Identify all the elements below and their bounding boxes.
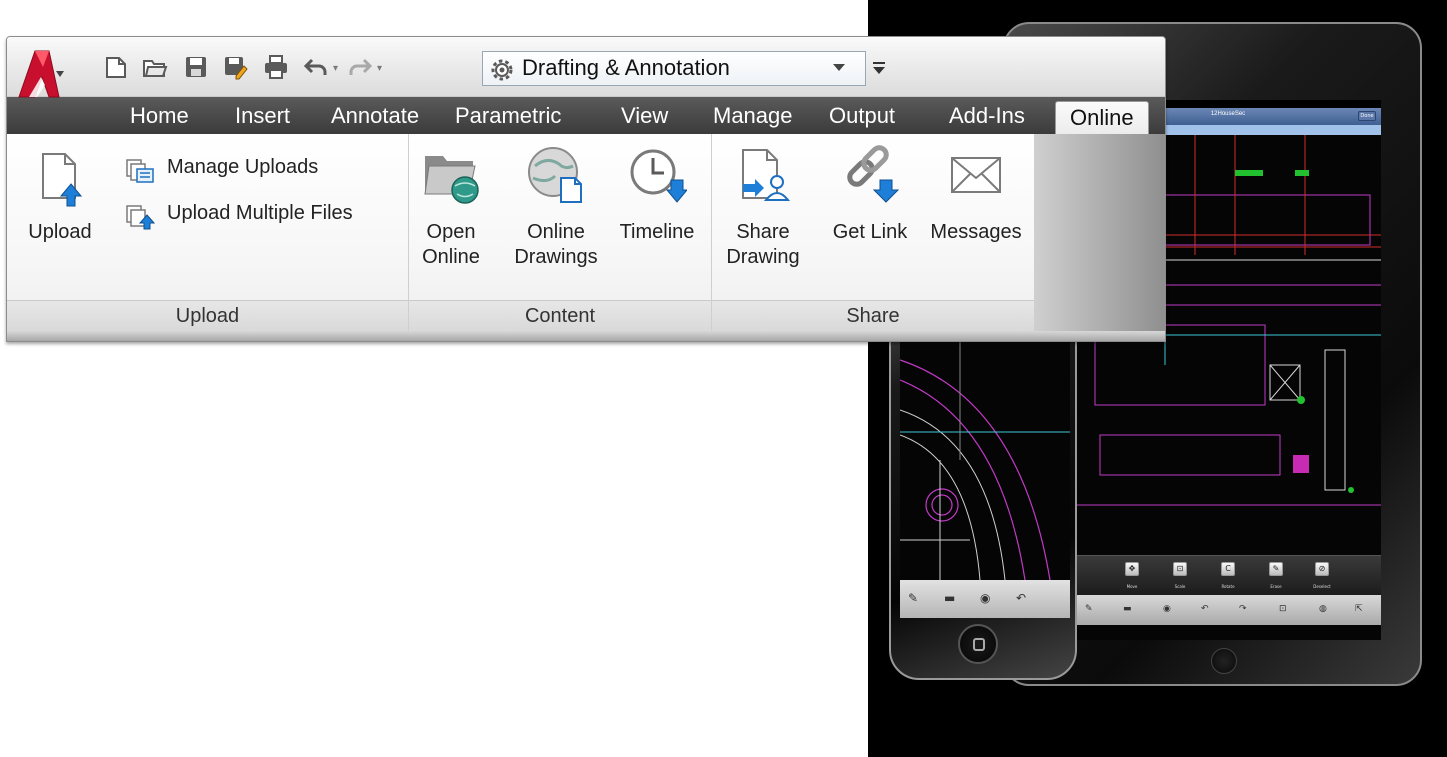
iphone-screen: ✎ ▬ ◉ ↶ [900, 340, 1070, 618]
comment-icon[interactable]: ▬ [1123, 604, 1132, 614]
get-link-label: Get Link [832, 221, 908, 243]
ribbon-empty-area [1035, 134, 1165, 331]
save-as-icon[interactable] [222, 54, 248, 80]
open-online-label-line1: Open [426, 221, 476, 243]
iphone-home-button [958, 624, 998, 664]
share-drawing-label-line1: Share [736, 221, 790, 243]
redo-dropdown-icon[interactable]: ▾ [377, 63, 382, 74]
timeline-icon [630, 149, 687, 203]
open-online-label-line2: Online [422, 246, 480, 268]
link-icon [847, 145, 900, 203]
snap-icon[interactable]: ◉ [1163, 604, 1171, 614]
layers-icon[interactable]: ◍ [1319, 604, 1327, 614]
panel-title-share: Share [712, 300, 1034, 331]
erase-tool-label: Erase [1270, 584, 1282, 589]
gear-icon [491, 59, 513, 81]
deselect-tool-label: Deselect [1313, 584, 1331, 589]
open-online-button[interactable]: Open Online [415, 144, 487, 284]
ipad-done-button[interactable]: Done [1358, 111, 1376, 121]
undo-icon[interactable]: ↶ [1016, 591, 1026, 605]
tab-home[interactable]: Home [130, 103, 189, 129]
autocad-window: ▾ ▾ Drafting & Annotation Home Insert An… [6, 36, 1166, 342]
messages-label: Messages [930, 221, 1022, 243]
rotate-tool-icon[interactable]: C [1221, 562, 1235, 576]
iphone-cad-drawing[interactable] [900, 340, 1070, 581]
tab-annotate[interactable]: Annotate [331, 103, 419, 129]
autocad-logo-icon [18, 50, 64, 98]
workspace-switcher[interactable]: Drafting & Annotation [482, 51, 866, 86]
scale-tool-icon[interactable]: ⊡ [1173, 562, 1187, 576]
zoom-extents-icon[interactable]: ⊡ [1279, 604, 1287, 614]
timeline-label: Timeline [619, 221, 695, 243]
redo-icon[interactable] [347, 54, 373, 80]
tab-output[interactable]: Output [829, 103, 895, 129]
share-drawing-label-line2: Drawing [726, 246, 800, 268]
upload-icon [42, 153, 83, 207]
deselect-tool-icon[interactable]: ⊘ [1315, 562, 1329, 576]
undo-icon[interactable] [303, 54, 329, 80]
upload-multiple-icon [126, 205, 155, 230]
upload-button[interactable]: Upload [23, 150, 97, 250]
panel-content: Open Online Online Drawings Timeline Con… [409, 134, 712, 331]
tab-insert[interactable]: Insert [235, 103, 290, 129]
panel-title-upload: Upload [7, 300, 408, 331]
tab-manage[interactable]: Manage [713, 103, 793, 129]
upload-multiple-files-label: Upload Multiple Files [167, 202, 353, 224]
open-online-icon [424, 156, 479, 204]
quick-access-toolbar: ▾ ▾ Drafting & Annotation [7, 37, 1165, 98]
ipad-edit-toolbar: ✥ Move ⊡ Scale C Rotate ✎ Erase ⊘ Desele… [1075, 555, 1381, 595]
move-tool-label: Move [1126, 584, 1138, 589]
ribbon-online: Upload Manage Uploads Upload Multiple Fi… [7, 134, 1165, 341]
customize-toolbar-icon[interactable] [870, 58, 888, 78]
ribbon-bottom-edge [7, 331, 1165, 341]
scale-tool-label: Scale [1174, 584, 1186, 589]
undo-dropdown-icon[interactable]: ▾ [333, 63, 338, 74]
tab-online[interactable]: Online [1055, 101, 1149, 134]
tab-view[interactable]: View [621, 103, 668, 129]
redo-icon[interactable]: ↷ [1239, 604, 1247, 614]
rotate-tool-label: Rotate [1221, 584, 1235, 589]
undo-icon[interactable]: ↶ [1201, 604, 1209, 614]
snap-icon[interactable]: ◉ [980, 591, 990, 605]
application-menu-button[interactable] [15, 47, 67, 103]
share-icon[interactable]: ⇱ [1355, 604, 1363, 614]
plot-icon[interactable] [263, 54, 289, 80]
comment-icon[interactable]: ▬ [944, 591, 955, 605]
envelope-icon [951, 157, 1001, 193]
online-drawings-icon [528, 147, 582, 203]
markup-icon[interactable]: ✎ [1085, 604, 1093, 614]
panel-title-content: Content [409, 300, 711, 331]
upload-button-label: Upload [28, 221, 92, 243]
panel-share: Share Drawing Get Link Messages Share [712, 134, 1035, 331]
tab-add-ins[interactable]: Add-Ins [949, 103, 1025, 129]
new-icon[interactable] [103, 54, 129, 80]
panel-upload: Upload Manage Uploads Upload Multiple Fi… [7, 134, 409, 331]
move-tool-icon[interactable]: ✥ [1125, 562, 1139, 576]
iphone-toolbar: ✎ ▬ ◉ ↶ [900, 580, 1070, 618]
messages-button[interactable]: Messages [922, 144, 1030, 244]
ribbon-tab-bar: Home Insert Annotate Parametric View Man… [7, 97, 1165, 134]
open-icon[interactable] [142, 54, 168, 80]
timeline-button[interactable]: Timeline [609, 144, 705, 244]
chevron-down-icon [833, 64, 845, 71]
manage-uploads-label: Manage Uploads [167, 156, 319, 178]
online-drawings-label-line2: Drawings [514, 246, 598, 268]
ipad-main-toolbar: ✎ ▬ ◉ ↶ ↷ ⊡ ◍ ⇱ [1075, 595, 1381, 625]
online-drawings-button[interactable]: Online Drawings [501, 144, 611, 284]
workspace-label: Drafting & Annotation [522, 55, 730, 80]
erase-tool-icon[interactable]: ✎ [1269, 562, 1283, 576]
tab-parametric[interactable]: Parametric [455, 103, 561, 129]
share-drawing-icon [742, 149, 791, 201]
save-icon[interactable] [183, 54, 209, 80]
markup-icon[interactable]: ✎ [908, 591, 918, 605]
manage-uploads-icon [126, 159, 154, 183]
share-drawing-button[interactable]: Share Drawing [718, 144, 808, 284]
get-link-button[interactable]: Get Link [822, 144, 918, 244]
online-drawings-label-line1: Online [527, 221, 585, 243]
ipad-home-button [1211, 648, 1237, 674]
